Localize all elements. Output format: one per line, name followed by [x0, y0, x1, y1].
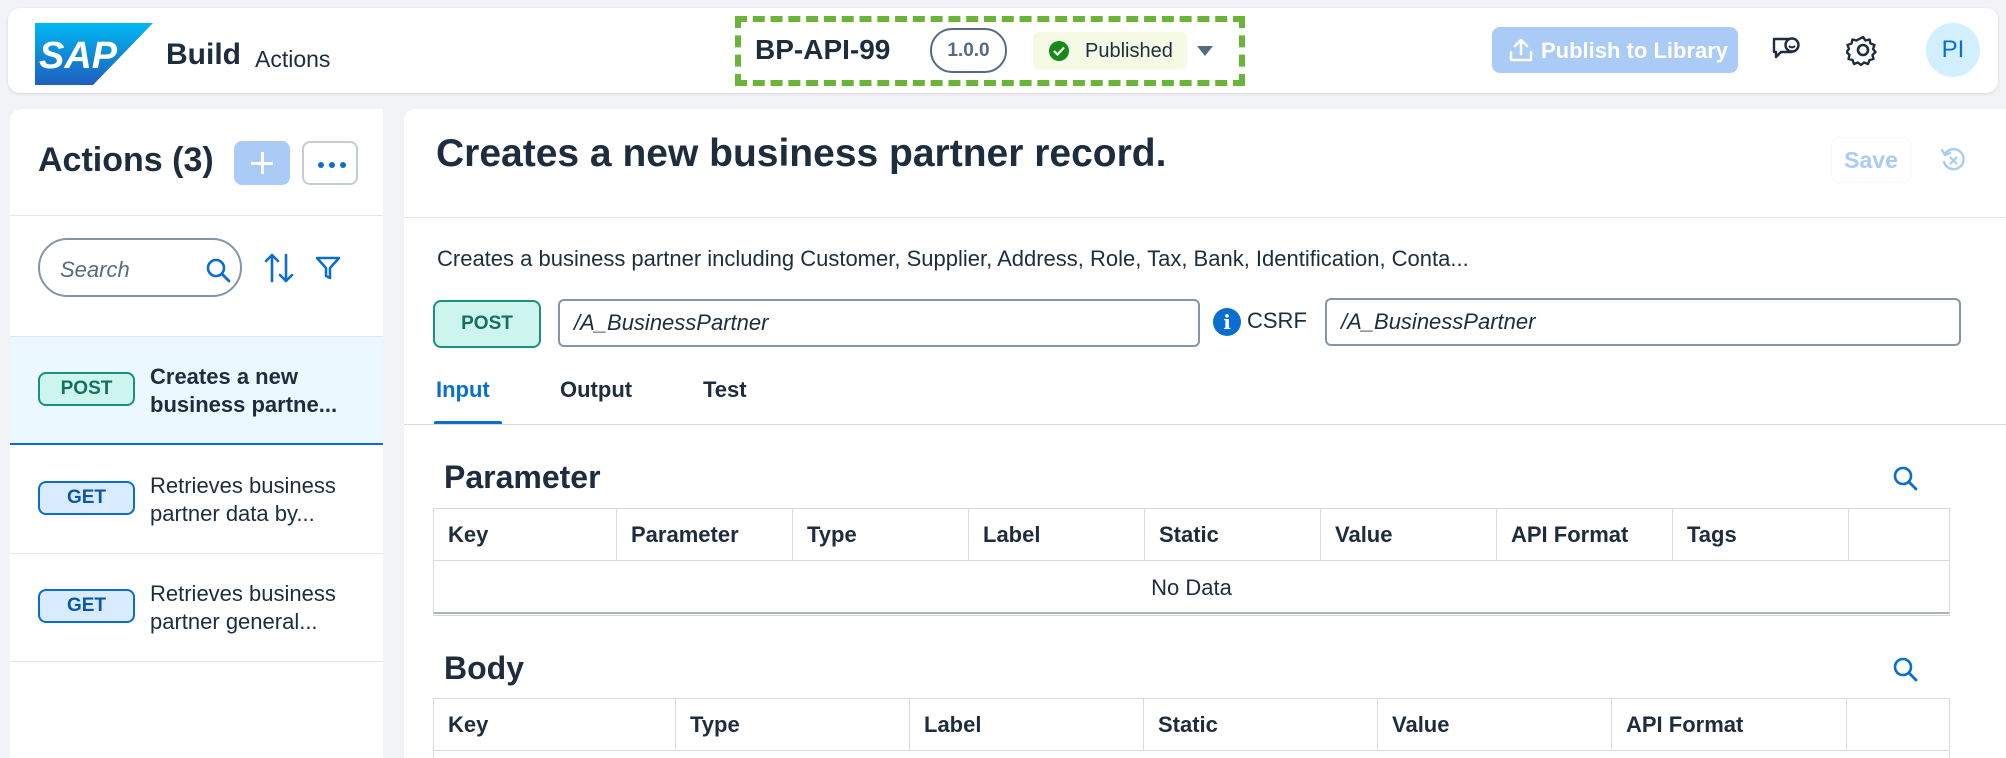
sap-logo[interactable]: SAP	[35, 23, 153, 85]
dot-icon	[329, 162, 335, 168]
search-input[interactable]: Search	[38, 238, 242, 297]
search-icon[interactable]	[205, 257, 231, 283]
feedback-icon[interactable]	[1770, 33, 1804, 67]
action-item-line1: Creates a new	[150, 364, 298, 389]
path-input[interactable]: /A_BusinessPartner	[558, 299, 1200, 347]
search-icon[interactable]	[1892, 465, 1918, 491]
table-header-row: Key Parameter Type Label Static Value AP…	[434, 509, 1949, 561]
action-list-item[interactable]: GET Retrieves business partner data by..…	[10, 446, 383, 554]
column-header[interactable]: Key	[434, 509, 617, 561]
svg-text:SAP: SAP	[39, 35, 118, 77]
method-badge-post: POST	[38, 372, 135, 406]
divider	[10, 215, 383, 216]
save-button[interactable]: Save	[1832, 138, 1910, 182]
column-header[interactable]: Static	[1144, 699, 1378, 751]
column-header[interactable]: Type	[793, 509, 969, 561]
tab-output[interactable]: Output	[560, 377, 632, 403]
column-header[interactable]: API Format	[1612, 699, 1847, 751]
divider	[404, 424, 2006, 425]
project-id: BP-API-99	[755, 34, 891, 65]
check-circle-icon	[1049, 41, 1069, 61]
publish-to-library-button[interactable]: Publish to Library	[1492, 27, 1738, 73]
parameter-section-title: Parameter	[444, 459, 601, 495]
action-description: Creates a business partner including Cus…	[437, 246, 1469, 271]
column-header[interactable]: Label	[969, 509, 1145, 561]
table-header-row: Key Type Label Static Value API Format	[434, 699, 1949, 751]
tab-test[interactable]: Test	[703, 377, 747, 403]
sort-icon[interactable]	[264, 252, 294, 284]
method-badge-get: GET	[38, 589, 135, 623]
action-detail-panel: Creates a new business partner record. S…	[404, 109, 2006, 758]
add-action-button[interactable]	[234, 141, 290, 185]
upload-icon	[1509, 38, 1533, 62]
status-chip[interactable]: Published	[1033, 32, 1187, 70]
column-header[interactable]: Key	[434, 699, 676, 751]
divider	[404, 217, 2006, 218]
method-badge-get: GET	[38, 481, 135, 515]
body-section-title: Body	[444, 650, 524, 686]
column-header[interactable]: Label	[910, 699, 1144, 751]
actions-count-title: Actions (3)	[38, 141, 214, 179]
search-placeholder: Search	[60, 257, 130, 282]
action-item-line2: partner general...	[150, 609, 318, 634]
empty-table-message: No Data	[434, 561, 1949, 614]
filter-icon[interactable]	[315, 255, 341, 281]
search-icon[interactable]	[1892, 656, 1918, 682]
parameter-table: Key Parameter Type Label Static Value AP…	[433, 508, 1950, 616]
actions-sidebar: Actions (3) Search POST Creates a new bu…	[10, 109, 383, 758]
column-header	[1849, 509, 1949, 561]
column-header	[1847, 699, 1949, 751]
version-chip[interactable]: 1.0.0	[930, 28, 1007, 73]
column-header[interactable]: Type	[676, 699, 910, 751]
action-item-line1: Retrieves business	[150, 473, 336, 498]
settings-gear-icon[interactable]	[1846, 33, 1880, 67]
csrf-path-input[interactable]: /A_BusinessPartner	[1325, 298, 1961, 346]
column-header[interactable]: Tags	[1673, 509, 1849, 561]
status-label: Published	[1085, 40, 1173, 62]
column-header[interactable]: API Format	[1497, 509, 1673, 561]
discard-icon[interactable]	[1940, 147, 1966, 173]
tab-input[interactable]: Input	[436, 377, 490, 403]
column-header[interactable]: Value	[1378, 699, 1612, 751]
dot-icon	[340, 162, 346, 168]
action-item-line2: business partne...	[150, 392, 338, 417]
action-title: Creates a new business partner record.	[436, 132, 1167, 175]
user-avatar[interactable]: PI	[1926, 23, 1980, 77]
publish-label: Publish to Library	[1541, 38, 1729, 63]
body-table: Key Type Label Static Value API Format	[433, 698, 1950, 758]
column-header[interactable]: Static	[1145, 509, 1321, 561]
action-list-item[interactable]: GET Retrieves business partner general..…	[10, 554, 383, 662]
info-icon[interactable]: i	[1213, 308, 1241, 336]
app-title: Build	[166, 38, 241, 71]
action-list-item[interactable]: POST Creates a new business partne...	[10, 337, 383, 445]
column-header[interactable]: Value	[1321, 509, 1497, 561]
action-item-line1: Retrieves business	[150, 581, 336, 606]
http-method-button[interactable]: POST	[433, 300, 541, 348]
status-dropdown-icon[interactable]	[1197, 46, 1213, 56]
column-header[interactable]: Parameter	[617, 509, 793, 561]
dot-icon	[318, 162, 324, 168]
app-subtitle: Actions	[255, 46, 331, 72]
more-options-button[interactable]	[302, 141, 358, 185]
action-item-line2: partner data by...	[150, 501, 315, 526]
csrf-label: CSRF	[1247, 308, 1307, 333]
